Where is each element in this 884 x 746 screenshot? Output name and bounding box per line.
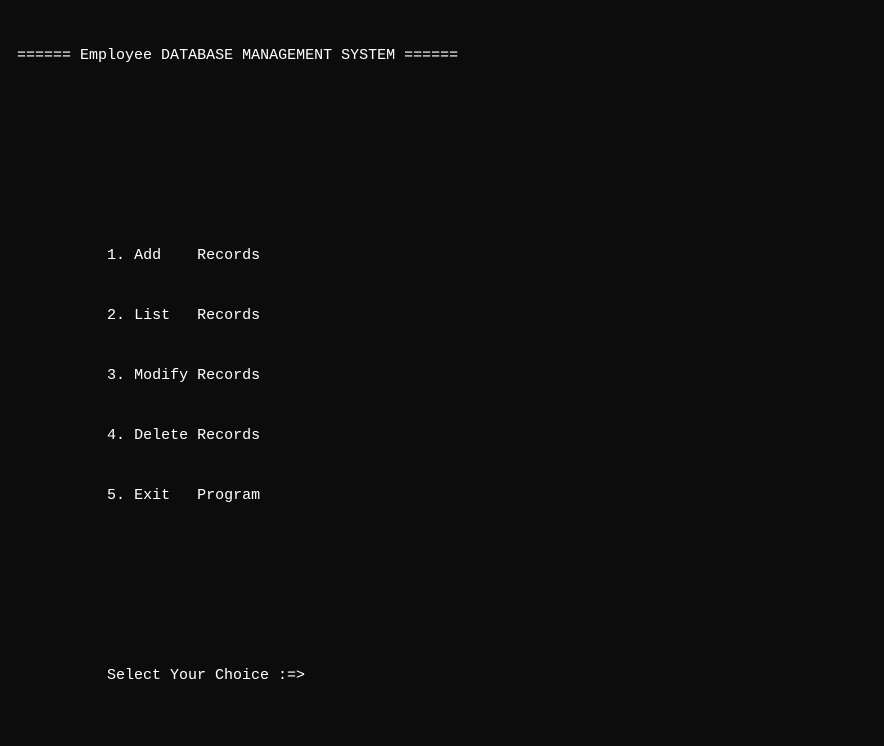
title-decor-left: ====== bbox=[17, 47, 71, 64]
menu-item-4[interactable]: 4. Delete Records bbox=[8, 426, 884, 446]
terminal-screen: ====== Employee DATABASE MANAGEMENT SYST… bbox=[8, 6, 884, 746]
menu-num: 4. bbox=[107, 427, 125, 444]
title-decor-right: ====== bbox=[404, 47, 458, 64]
prompt-label: Select Your Choice :=> bbox=[107, 667, 305, 684]
menu-num: 1. bbox=[107, 247, 125, 264]
menu-num: 5. bbox=[107, 487, 125, 504]
menu-action: Modify bbox=[134, 367, 188, 384]
prompt-line[interactable]: Select Your Choice :=> bbox=[8, 666, 884, 686]
menu-object: Records bbox=[197, 247, 260, 264]
menu-action: Add bbox=[134, 247, 161, 264]
title-text: Employee DATABASE MANAGEMENT SYSTEM bbox=[80, 47, 395, 64]
title-line: ====== Employee DATABASE MANAGEMENT SYST… bbox=[8, 46, 884, 66]
menu-object: Program bbox=[197, 487, 260, 504]
menu-num: 3. bbox=[107, 367, 125, 384]
menu-item-1[interactable]: 1. Add Records bbox=[8, 246, 884, 266]
menu-block: 1. Add Records 2. List Records 3. Modify… bbox=[8, 206, 884, 546]
menu-object: Records bbox=[197, 307, 260, 324]
menu-action: Delete bbox=[134, 427, 188, 444]
menu-item-5[interactable]: 5. Exit Program bbox=[8, 486, 884, 506]
menu-num: 2. bbox=[107, 307, 125, 324]
menu-item-2[interactable]: 2. List Records bbox=[8, 306, 884, 326]
prompt-block: Select Your Choice :=> bbox=[8, 626, 884, 726]
menu-object: Records bbox=[197, 367, 260, 384]
menu-action: Exit bbox=[134, 487, 170, 504]
menu-object: Records bbox=[197, 427, 260, 444]
menu-item-3[interactable]: 3. Modify Records bbox=[8, 366, 884, 386]
menu-action: List bbox=[134, 307, 170, 324]
